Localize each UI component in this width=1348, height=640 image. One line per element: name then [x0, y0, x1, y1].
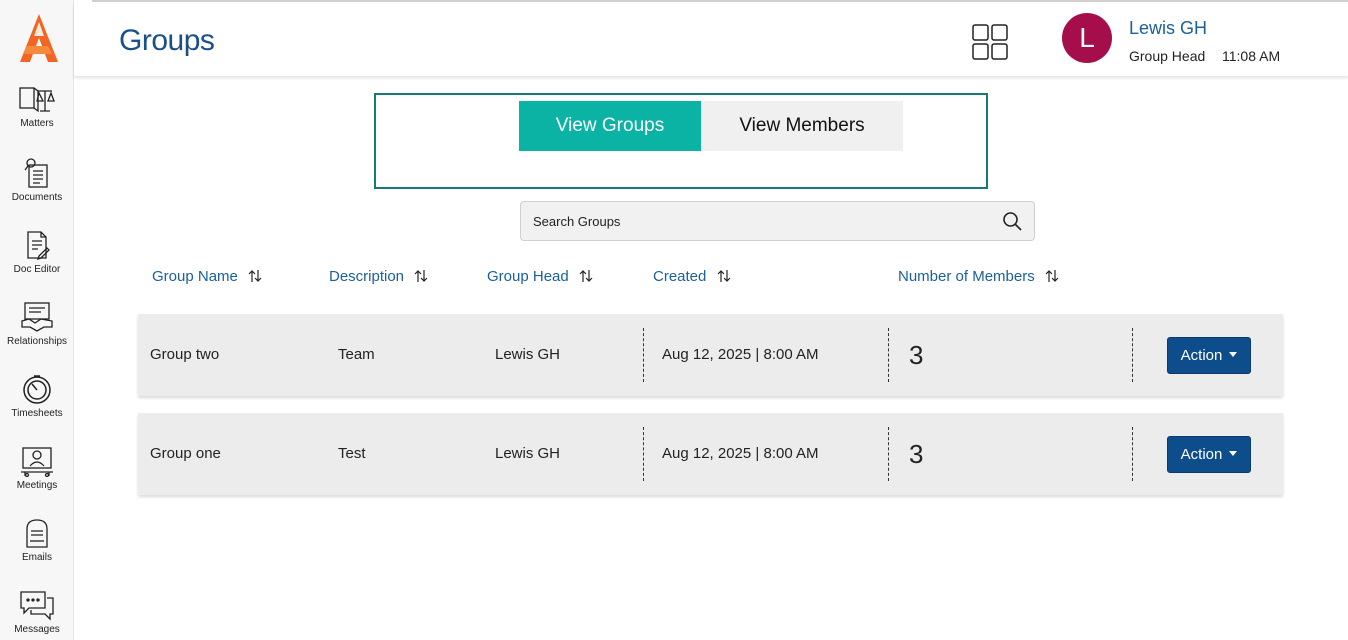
column-divider	[1132, 328, 1133, 382]
sidebar-item-label: Emails	[21, 552, 52, 563]
app-logo[interactable]	[18, 12, 60, 66]
group-head-cell: Lewis GH	[495, 445, 561, 462]
tab-view-members[interactable]: View Members	[701, 101, 903, 151]
caret-down-icon	[1229, 352, 1238, 357]
sort-icon	[414, 270, 428, 282]
group-name-cell: Group two	[150, 346, 220, 363]
current-time: 11:08 AM	[1222, 48, 1281, 64]
sidebar-item-timesheets[interactable]: Timesheets	[0, 373, 74, 443]
timer-icon	[23, 375, 51, 404]
caret-down-icon	[1229, 451, 1238, 456]
sidebar-item-doc-editor[interactable]: Doc Editor	[0, 229, 74, 299]
handshake-icon	[21, 302, 53, 332]
column-divider	[888, 328, 889, 382]
search-input[interactable]	[521, 202, 991, 240]
description-cell: Test	[338, 445, 366, 462]
sidebar-item-label: Meetings	[16, 480, 58, 491]
sidebar-item-documents[interactable]: Documents	[0, 157, 74, 227]
header: Groups L Lewis GH Group Head 11:08 AM	[74, 4, 1348, 76]
sidebar-item-label: Matters	[20, 118, 54, 129]
sidebar-item-label: Messages	[14, 624, 60, 635]
column-header-created[interactable]: Created	[653, 268, 731, 285]
sort-icon	[248, 270, 262, 282]
top-divider	[92, 0, 1348, 2]
column-header-group-head[interactable]: Group Head	[487, 268, 593, 285]
sidebar-item-messages[interactable]: Messages	[0, 589, 74, 640]
column-header-label: Description	[329, 268, 405, 285]
sidebar: Matters Documents Doc Editor Relationshi…	[0, 0, 74, 640]
sidebar-item-label: Timesheets	[11, 408, 63, 419]
chat-icon	[20, 591, 54, 621]
sidebar-item-relationships[interactable]: Relationships	[0, 301, 74, 371]
sidebar-item-label: Doc Editor	[13, 264, 61, 275]
app-grid-icon[interactable]	[972, 24, 1008, 60]
group-head-cell: Lewis GH	[495, 346, 561, 363]
tab-view-groups[interactable]: View Groups	[519, 101, 701, 151]
doc-edit-icon	[27, 231, 50, 261]
member-count-cell: 3	[909, 439, 924, 469]
meeting-icon	[21, 447, 53, 477]
sidebar-item-matters[interactable]: Matters	[0, 85, 74, 155]
sort-icon	[717, 270, 730, 282]
column-header-label: Group Head	[487, 268, 569, 285]
description-cell: Team	[338, 346, 375, 363]
column-header-label: Created	[653, 268, 707, 285]
column-header-label: Number of Members	[898, 268, 1035, 285]
action-dropdown-button[interactable]: Action	[1167, 436, 1251, 473]
created-cell: Aug 12, 2025 | 8:00 AM	[662, 445, 819, 462]
group-name-cell: Group one	[150, 445, 221, 462]
column-divider	[1132, 427, 1133, 481]
sidebar-item-emails[interactable]: Emails	[0, 517, 74, 587]
page-title: Groups	[119, 24, 215, 57]
search-bar	[520, 201, 1035, 241]
mailbox-icon	[26, 519, 48, 548]
created-cell: Aug 12, 2025 | 8:00 AM	[662, 346, 819, 363]
sort-icon	[579, 270, 593, 282]
sidebar-item-label: Relationships	[6, 336, 68, 347]
document-pin-icon	[24, 158, 48, 188]
column-divider	[643, 328, 644, 382]
column-divider	[643, 427, 644, 481]
view-toggle: View Groups View Members	[374, 93, 988, 189]
column-header-description[interactable]: Description	[329, 268, 428, 285]
sidebar-item-meetings[interactable]: Meetings	[0, 445, 74, 515]
sidebar-item-label: Documents	[11, 192, 63, 203]
user-name[interactable]: Lewis GH	[1129, 18, 1207, 39]
search-icon[interactable]	[1002, 211, 1022, 231]
column-header-group-name[interactable]: Group Name	[152, 268, 262, 285]
table-row: Group one Test Lewis GH Aug 12, 2025 | 8…	[138, 413, 1283, 495]
column-header-label: Group Name	[152, 268, 238, 285]
sort-icon	[1045, 270, 1059, 282]
table-row: Group two Team Lewis GH Aug 12, 2025 | 8…	[138, 314, 1283, 396]
scales-book-icon	[19, 87, 55, 113]
avatar[interactable]: L	[1062, 13, 1112, 63]
action-label: Action	[1180, 446, 1223, 463]
user-role: Group Head	[1129, 48, 1206, 64]
column-divider	[888, 427, 889, 481]
action-label: Action	[1180, 347, 1223, 364]
action-dropdown-button[interactable]: Action	[1167, 337, 1251, 374]
column-header-number-of-members[interactable]: Number of Members	[898, 268, 1059, 285]
member-count-cell: 3	[909, 340, 924, 370]
